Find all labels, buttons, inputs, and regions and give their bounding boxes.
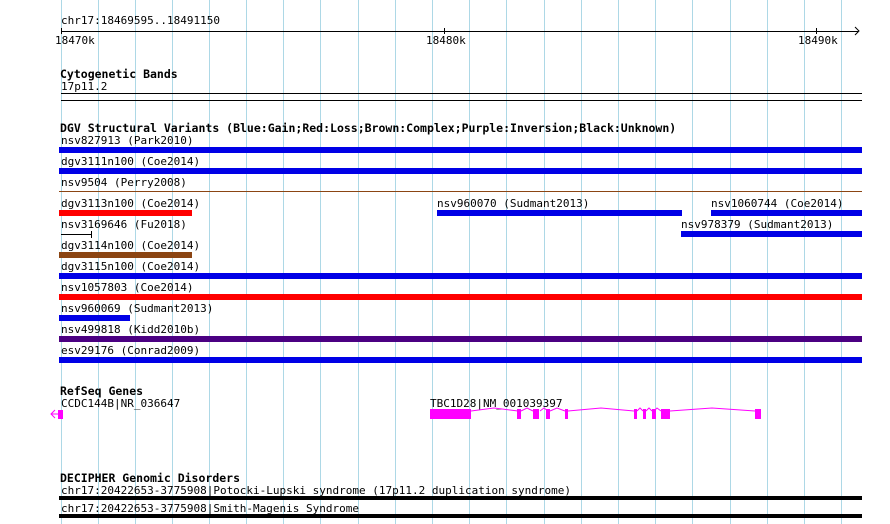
variant-bar-gain[interactable]	[59, 273, 862, 279]
grid-line	[730, 0, 731, 524]
grid-line	[395, 0, 396, 524]
variant-label[interactable]: nsv960069 (Sudmant2013)	[61, 303, 213, 315]
gene-exon[interactable]	[634, 409, 637, 419]
gene-exon[interactable]	[430, 409, 471, 419]
grid-line	[841, 0, 842, 524]
variant-label[interactable]: dgv3111n100 (Coe2014)	[61, 156, 200, 168]
variant-bar-unknown-end[interactable]	[91, 231, 92, 238]
variant-label[interactable]: esv29176 (Conrad2009)	[61, 345, 200, 357]
variant-label[interactable]: nsv499818 (Kidd2010b)	[61, 324, 200, 336]
variant-bar-complex[interactable]	[59, 191, 862, 192]
variant-label[interactable]: nsv960070 (Sudmant2013)	[437, 198, 589, 210]
ruler-tick-label: 18480k	[426, 34, 466, 47]
variant-label[interactable]: dgv3114n100 (Coe2014)	[61, 240, 200, 252]
grid-line	[655, 0, 656, 524]
gene-exon[interactable]	[533, 409, 539, 419]
grid-line	[804, 0, 805, 524]
variant-bar-gain[interactable]	[59, 357, 862, 363]
genome-browser-panel: chr17:18469595..18491150 18470k 18480k 1…	[0, 0, 890, 524]
grid-line	[283, 0, 284, 524]
grid-line	[469, 0, 470, 524]
variant-label[interactable]: nsv978379 (Sudmant2013)	[681, 219, 833, 231]
variant-bar-complex[interactable]	[59, 252, 192, 258]
variant-label[interactable]: nsv1057803 (Coe2014)	[61, 282, 193, 294]
gene-tbc1d28-introns[interactable]	[430, 405, 765, 421]
grid-line	[432, 0, 433, 524]
variant-bar-gain[interactable]	[437, 210, 682, 216]
grid-line	[209, 0, 210, 524]
variant-bar-gain[interactable]	[711, 210, 862, 216]
grid-line	[320, 0, 321, 524]
grid-line	[358, 0, 359, 524]
ruler-tick-label: 18490k	[798, 34, 838, 47]
cytoband-outline-bottom[interactable]	[61, 100, 862, 101]
variant-bar-loss[interactable]	[59, 210, 192, 216]
grid-line	[506, 0, 507, 524]
variant-bar-gain[interactable]	[681, 231, 862, 237]
variant-label[interactable]: dgv3113n100 (Coe2014)	[61, 198, 200, 210]
variant-label[interactable]: nsv9504 (Perry2008)	[61, 177, 187, 189]
disorder-bar[interactable]	[59, 514, 862, 518]
variant-label[interactable]: nsv827913 (Park2010)	[61, 135, 193, 147]
scroll-right-arrow-icon[interactable]	[854, 26, 865, 37]
gene-ccdc144b-glyph[interactable]	[50, 408, 66, 420]
gene-exon[interactable]	[565, 409, 568, 419]
gene-exon[interactable]	[661, 409, 670, 419]
variant-bar-inversion[interactable]	[59, 336, 862, 342]
grid-line	[544, 0, 545, 524]
variant-bar-gain[interactable]	[59, 147, 862, 153]
variant-bar-loss[interactable]	[59, 294, 862, 300]
variant-bar-gain[interactable]	[59, 168, 862, 174]
variant-bar-gain[interactable]	[59, 315, 130, 321]
gene-exon[interactable]	[643, 409, 646, 419]
gene-label[interactable]: CCDC144B|NR_036647	[61, 398, 180, 410]
grid-line	[692, 0, 693, 524]
grid-line	[246, 0, 247, 524]
variant-label[interactable]: nsv3169646 (Fu2018)	[61, 219, 187, 231]
gene-exon[interactable]	[652, 409, 656, 419]
ruler-tick-label: 18470k	[55, 34, 95, 47]
ruler-axis-line	[61, 31, 858, 32]
variant-label[interactable]: nsv1060744 (Coe2014)	[711, 198, 843, 210]
grid-line	[767, 0, 768, 524]
ruler-location: chr17:18469595..18491150	[61, 14, 220, 27]
disorder-bar[interactable]	[59, 496, 862, 500]
cytoband-label[interactable]: 17p11.2	[61, 81, 107, 93]
grid-line	[618, 0, 619, 524]
variant-label[interactable]: dgv3115n100 (Coe2014)	[61, 261, 200, 273]
variant-bar-unknown[interactable]	[61, 234, 92, 235]
gene-exon[interactable]	[517, 409, 521, 419]
gene-exon[interactable]	[546, 409, 550, 419]
cytoband-outline-top[interactable]	[61, 93, 862, 94]
grid-line	[581, 0, 582, 524]
gene-exon[interactable]	[755, 409, 761, 419]
